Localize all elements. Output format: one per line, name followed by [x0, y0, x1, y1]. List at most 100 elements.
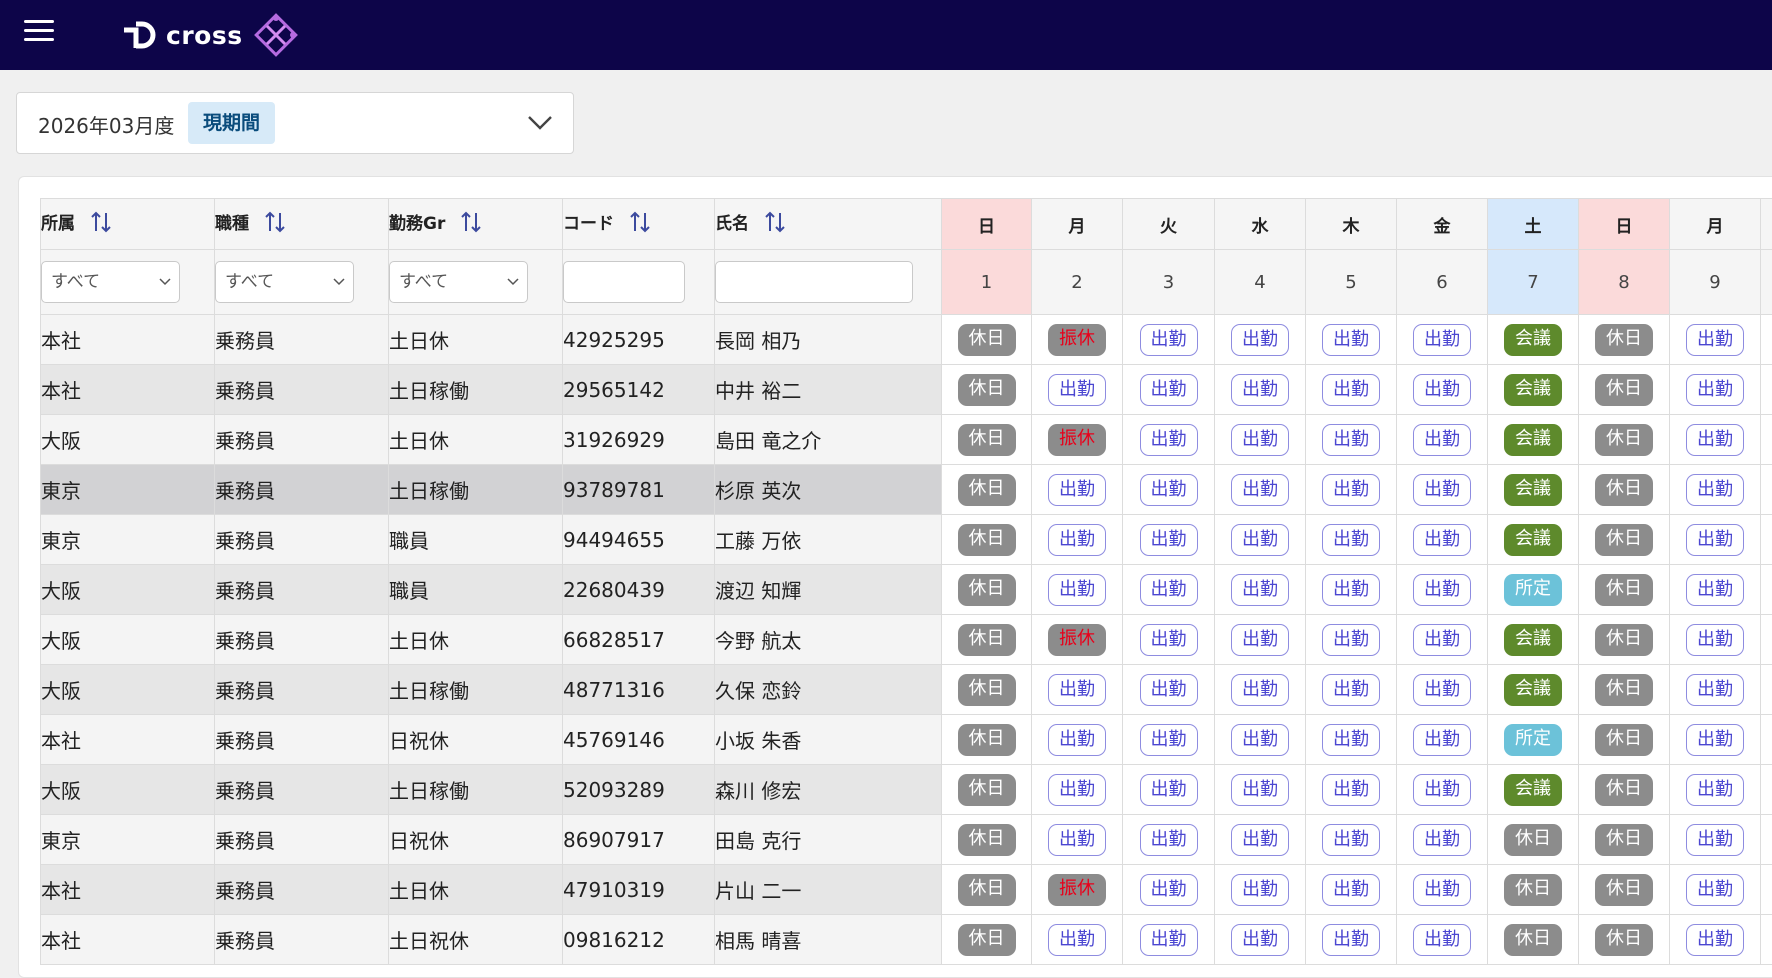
shift-chip[interactable]: 休日	[958, 374, 1016, 406]
job-filter-select[interactable]: すべて	[215, 261, 354, 303]
shift-chip[interactable]: 出勤	[1322, 374, 1380, 406]
shift-chip[interactable]: 出勤	[1413, 824, 1471, 856]
shift-cell[interactable]: 出勤	[1306, 415, 1397, 465]
shift-chip[interactable]: 休日	[1595, 674, 1653, 706]
shift-chip[interactable]: 出勤	[1231, 624, 1289, 656]
table-row[interactable]: 本社乗務員土日休42925295長岡 相乃休日振休出勤出勤出勤出勤会議休日出勤	[41, 315, 1772, 365]
table-row[interactable]: 本社乗務員土日稼働29565142中井 裕二休日出勤出勤出勤出勤出勤会議休日出勤	[41, 365, 1772, 415]
shift-cell[interactable]: 出勤	[1397, 665, 1488, 715]
shift-chip[interactable]: 出勤	[1140, 674, 1198, 706]
shift-chip[interactable]: 出勤	[1140, 774, 1198, 806]
shift-chip[interactable]: 出勤	[1048, 774, 1106, 806]
shift-cell[interactable]: 休日	[1579, 665, 1670, 715]
shift-cell[interactable]: 出勤	[1306, 865, 1397, 915]
shift-chip[interactable]: 休日	[958, 874, 1016, 906]
shift-cell[interactable]: 出勤	[1032, 715, 1123, 765]
shift-chip[interactable]: 出勤	[1686, 924, 1744, 956]
shift-chip[interactable]: 休日	[958, 474, 1016, 506]
table-row[interactable]: 大阪乗務員職員22680439渡辺 知輝休日出勤出勤出勤出勤出勤所定休日出勤	[41, 565, 1772, 615]
shift-chip[interactable]: 出勤	[1048, 674, 1106, 706]
shift-cell[interactable]: 休日	[1579, 315, 1670, 365]
shift-cell[interactable]: 出勤	[1123, 715, 1215, 765]
period-selector[interactable]: 2026年03月度 現期間	[16, 92, 574, 154]
shift-cell[interactable]: 出勤	[1670, 515, 1761, 565]
shift-chip[interactable]: 出勤	[1322, 774, 1380, 806]
shift-chip[interactable]: 会議	[1504, 324, 1562, 356]
shift-cell[interactable]: 出勤	[1215, 365, 1306, 415]
shift-cell[interactable]: 出勤	[1123, 465, 1215, 515]
shift-cell[interactable]: 出勤	[1306, 715, 1397, 765]
shift-cell[interactable]: 出勤	[1397, 515, 1488, 565]
code-filter-input[interactable]	[563, 261, 685, 303]
shift-chip[interactable]: 休日	[1595, 524, 1653, 556]
shift-chip[interactable]: 休日	[1595, 624, 1653, 656]
shift-chip[interactable]: 出勤	[1413, 374, 1471, 406]
shift-chip[interactable]: 休日	[1595, 824, 1653, 856]
shift-chip[interactable]: 振休	[1048, 424, 1106, 456]
shift-chip[interactable]: 振休	[1048, 324, 1106, 356]
shift-chip[interactable]: 休日	[1504, 824, 1562, 856]
shift-chip[interactable]: 出勤	[1413, 574, 1471, 606]
name-filter-input[interactable]	[715, 261, 913, 303]
shift-chip[interactable]: 出勤	[1231, 324, 1289, 356]
shift-chip[interactable]: 出勤	[1413, 774, 1471, 806]
shift-chip[interactable]: 出勤	[1140, 474, 1198, 506]
table-row[interactable]: 大阪乗務員土日稼働48771316久保 恋鈴休日出勤出勤出勤出勤出勤会議休日出勤	[41, 665, 1772, 715]
shift-cell[interactable]: 出勤	[1306, 365, 1397, 415]
col-header-job[interactable]: 職種	[215, 199, 389, 250]
shift-chip[interactable]: 出勤	[1686, 774, 1744, 806]
shift-cell[interactable]: 出勤	[1306, 665, 1397, 715]
hamburger-icon[interactable]	[24, 20, 54, 44]
shift-chip[interactable]: 出勤	[1140, 374, 1198, 406]
shift-chip[interactable]: 会議	[1504, 524, 1562, 556]
group-filter-select[interactable]: すべて	[389, 261, 528, 303]
shift-cell[interactable]: 出勤	[1215, 615, 1306, 665]
shift-cell[interactable]: 出勤	[1397, 815, 1488, 865]
shift-cell[interactable]: 休日	[942, 665, 1032, 715]
shift-chip[interactable]: 出勤	[1231, 474, 1289, 506]
shift-chip[interactable]: 出勤	[1231, 374, 1289, 406]
shift-cell[interactable]: 出勤	[1032, 815, 1123, 865]
shift-cell[interactable]: 休日	[942, 915, 1032, 965]
table-row[interactable]: 本社乗務員土日休47910319片山 二一休日振休出勤出勤出勤出勤休日休日出勤	[41, 865, 1772, 915]
shift-cell[interactable]: 出勤	[1123, 815, 1215, 865]
shift-cell[interactable]: 休日	[1579, 865, 1670, 915]
shift-chip[interactable]: 出勤	[1686, 324, 1744, 356]
shift-cell[interactable]: 出勤	[1123, 565, 1215, 615]
shift-chip[interactable]: 出勤	[1231, 724, 1289, 756]
sort-icon[interactable]	[459, 210, 483, 239]
shift-chip[interactable]: 出勤	[1322, 874, 1380, 906]
shift-cell[interactable]: 出勤	[1032, 365, 1123, 415]
shift-chip[interactable]: 出勤	[1413, 674, 1471, 706]
shift-chip[interactable]: 出勤	[1413, 624, 1471, 656]
shift-chip[interactable]: 出勤	[1231, 674, 1289, 706]
shift-cell[interactable]: 休日	[1488, 865, 1579, 915]
shift-cell[interactable]: 休日	[1579, 615, 1670, 665]
shift-chip[interactable]: 休日	[1595, 924, 1653, 956]
shift-cell[interactable]: 出勤	[1123, 915, 1215, 965]
shift-cell[interactable]: 出勤	[1032, 565, 1123, 615]
shift-cell[interactable]: 出勤	[1306, 315, 1397, 365]
shift-cell[interactable]: 出勤	[1397, 765, 1488, 815]
shift-cell[interactable]: 会議	[1488, 415, 1579, 465]
shift-cell[interactable]: 休日	[1579, 365, 1670, 415]
shift-chip[interactable]: 休日	[958, 774, 1016, 806]
shift-cell[interactable]: 出勤	[1397, 715, 1488, 765]
shift-cell[interactable]: 休日	[1579, 415, 1670, 465]
shift-chip[interactable]: 出勤	[1140, 624, 1198, 656]
shift-cell[interactable]: 会議	[1488, 665, 1579, 715]
sort-icon[interactable]	[628, 210, 652, 239]
shift-chip[interactable]: 出勤	[1231, 824, 1289, 856]
shift-chip[interactable]: 出勤	[1686, 624, 1744, 656]
shift-chip[interactable]: 会議	[1504, 774, 1562, 806]
shift-chip[interactable]: 出勤	[1413, 424, 1471, 456]
dept-filter-select[interactable]: すべて	[41, 261, 180, 303]
shift-cell[interactable]: 出勤	[1123, 365, 1215, 415]
shift-chip[interactable]: 休日	[958, 674, 1016, 706]
shift-chip[interactable]: 出勤	[1048, 574, 1106, 606]
shift-cell[interactable]: 出勤	[1397, 865, 1488, 915]
shift-chip[interactable]: 振休	[1048, 624, 1106, 656]
shift-cell[interactable]: 出勤	[1306, 915, 1397, 965]
shift-cell[interactable]: 振休	[1032, 865, 1123, 915]
shift-chip[interactable]: 休日	[1595, 774, 1653, 806]
